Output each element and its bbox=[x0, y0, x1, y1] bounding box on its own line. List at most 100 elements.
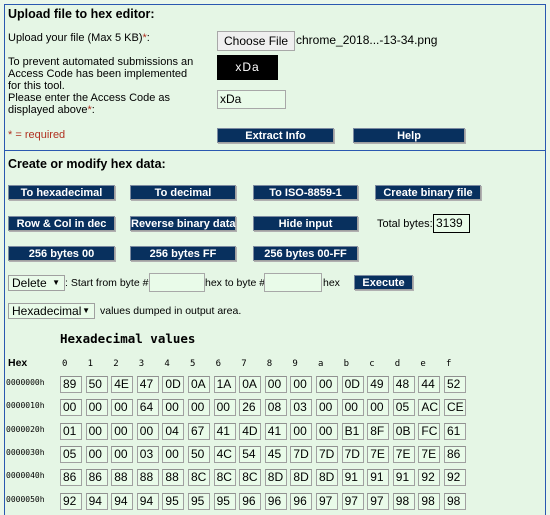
hex-byte-cell[interactable]: 8D bbox=[316, 469, 338, 487]
hex-byte-cell[interactable]: 94 bbox=[85, 492, 108, 510]
hex-byte-cell[interactable]: 54 bbox=[239, 445, 262, 463]
hex-byte-cell[interactable]: FC bbox=[418, 422, 441, 440]
hex-byte-cell[interactable]: 8C bbox=[188, 469, 210, 487]
hex-byte-cell[interactable]: 50 bbox=[85, 376, 108, 393]
hex-byte-cell[interactable]: 03 bbox=[136, 445, 159, 463]
hex-byte-cell[interactable]: 92 bbox=[444, 469, 466, 487]
hex-byte-cell[interactable]: 7E bbox=[392, 445, 415, 463]
hex-byte-cell[interactable]: 96 bbox=[239, 492, 262, 510]
row-col-in-dec-button[interactable]: Row & Col in dec bbox=[8, 216, 115, 231]
hex-byte-cell[interactable]: 98 bbox=[392, 492, 415, 510]
hex-byte-cell[interactable]: 05 bbox=[392, 399, 415, 417]
hex-byte-cell[interactable]: CE bbox=[444, 399, 466, 417]
hex-byte-cell[interactable]: 00 bbox=[60, 399, 82, 417]
hex-byte-cell[interactable]: 00 bbox=[85, 399, 108, 417]
choose-file-button[interactable]: Choose File bbox=[217, 31, 296, 51]
hex-byte-cell[interactable]: 00 bbox=[290, 376, 313, 393]
hex-byte-cell[interactable]: 00 bbox=[341, 399, 364, 417]
hex-byte-cell[interactable]: AC bbox=[418, 399, 441, 417]
help-button[interactable]: Help bbox=[353, 128, 465, 143]
hex-byte-cell[interactable]: 00 bbox=[136, 422, 159, 440]
hex-byte-cell[interactable]: 00 bbox=[111, 445, 134, 463]
hex-byte-cell[interactable]: 00 bbox=[85, 422, 108, 440]
hex-byte-cell[interactable]: 8C bbox=[239, 469, 262, 487]
hex-byte-cell[interactable]: 4C bbox=[213, 445, 236, 463]
to-decimal-button[interactable]: To decimal bbox=[130, 185, 236, 200]
hex-byte-cell[interactable]: 8F bbox=[367, 422, 390, 440]
hex-byte-cell[interactable]: 96 bbox=[264, 492, 287, 510]
reverse-binary-data-button[interactable]: Reverse binary data bbox=[130, 216, 236, 231]
hex-byte-cell[interactable]: 97 bbox=[341, 492, 364, 510]
hex-byte-cell[interactable]: 00 bbox=[111, 422, 134, 440]
hex-byte-cell[interactable]: 00 bbox=[188, 399, 210, 417]
hex-byte-cell[interactable]: 7E bbox=[418, 445, 441, 463]
hex-byte-cell[interactable]: 64 bbox=[136, 399, 159, 417]
hex-byte-cell[interactable]: 1A bbox=[213, 376, 236, 393]
end-byte-input[interactable] bbox=[264, 273, 322, 292]
hex-byte-cell[interactable]: 88 bbox=[136, 469, 159, 487]
hex-byte-cell[interactable]: 91 bbox=[367, 469, 390, 487]
to-hexadecimal-button[interactable]: To hexadecimal bbox=[8, 185, 115, 200]
hex-byte-cell[interactable]: 0B bbox=[392, 422, 415, 440]
hex-byte-cell[interactable]: 67 bbox=[188, 422, 210, 440]
hex-byte-cell[interactable]: 97 bbox=[316, 492, 338, 510]
hex-byte-cell[interactable]: 0A bbox=[239, 376, 262, 393]
hex-byte-cell[interactable]: 7D bbox=[341, 445, 364, 463]
hex-byte-cell[interactable]: 7D bbox=[290, 445, 313, 463]
create-binary-file-button[interactable]: Create binary file bbox=[375, 185, 481, 200]
hex-byte-cell[interactable]: 95 bbox=[188, 492, 210, 510]
hex-byte-cell[interactable]: 7E bbox=[367, 445, 390, 463]
256-bytes-ff-button[interactable]: 256 bytes FF bbox=[130, 246, 236, 261]
hex-byte-cell[interactable]: 00 bbox=[162, 445, 185, 463]
start-byte-input[interactable] bbox=[149, 273, 205, 292]
hex-byte-cell[interactable]: 47 bbox=[136, 376, 159, 393]
hex-byte-cell[interactable]: 98 bbox=[444, 492, 466, 510]
hex-byte-cell[interactable]: 48 bbox=[392, 376, 415, 393]
operation-select[interactable]: Delete ▼ bbox=[8, 275, 65, 291]
hex-byte-cell[interactable]: 44 bbox=[418, 376, 441, 393]
hex-byte-cell[interactable]: 92 bbox=[60, 492, 82, 510]
access-code-input[interactable]: xDa bbox=[217, 90, 286, 109]
256-bytes-00-ff-button[interactable]: 256 bytes 00-FF bbox=[253, 246, 358, 261]
hex-byte-cell[interactable]: 00 bbox=[85, 445, 108, 463]
hex-byte-cell[interactable]: 0D bbox=[341, 376, 364, 393]
hex-byte-cell[interactable]: 7D bbox=[316, 445, 338, 463]
total-bytes-field[interactable]: 3139 bbox=[433, 214, 470, 233]
hex-byte-cell[interactable]: 95 bbox=[162, 492, 185, 510]
hex-byte-cell[interactable]: 88 bbox=[111, 469, 134, 487]
output-format-select[interactable]: Hexadecimal ▼ bbox=[8, 303, 95, 319]
hex-byte-cell[interactable]: 00 bbox=[316, 399, 338, 417]
hex-byte-cell[interactable]: 00 bbox=[290, 422, 313, 440]
hex-byte-cell[interactable]: 00 bbox=[264, 376, 287, 393]
hex-byte-cell[interactable]: 0A bbox=[188, 376, 210, 393]
hex-byte-cell[interactable]: 86 bbox=[85, 469, 108, 487]
hex-byte-cell[interactable]: 8D bbox=[290, 469, 313, 487]
extract-info-button[interactable]: Extract Info bbox=[217, 128, 334, 143]
hex-byte-cell[interactable]: 8D bbox=[264, 469, 287, 487]
hex-byte-cell[interactable]: 86 bbox=[60, 469, 82, 487]
hex-byte-cell[interactable]: 00 bbox=[111, 399, 134, 417]
hex-byte-cell[interactable]: 04 bbox=[162, 422, 185, 440]
hex-byte-cell[interactable]: 00 bbox=[316, 422, 338, 440]
hex-byte-cell[interactable]: 61 bbox=[444, 422, 466, 440]
hex-byte-cell[interactable]: B1 bbox=[341, 422, 364, 440]
hex-byte-cell[interactable]: 4E bbox=[111, 376, 134, 393]
hex-byte-cell[interactable]: 52 bbox=[444, 376, 466, 393]
hex-byte-cell[interactable]: 91 bbox=[392, 469, 415, 487]
hex-byte-cell[interactable]: 94 bbox=[111, 492, 134, 510]
hex-byte-cell[interactable]: 41 bbox=[264, 422, 287, 440]
hex-byte-cell[interactable]: 26 bbox=[239, 399, 262, 417]
hex-byte-cell[interactable]: 08 bbox=[264, 399, 287, 417]
hex-byte-cell[interactable]: 91 bbox=[341, 469, 364, 487]
hex-byte-cell[interactable]: 8C bbox=[213, 469, 236, 487]
hex-byte-cell[interactable]: 00 bbox=[367, 399, 390, 417]
execute-button[interactable]: Execute bbox=[354, 275, 413, 290]
hex-byte-cell[interactable]: 01 bbox=[60, 422, 82, 440]
hex-byte-cell[interactable]: 45 bbox=[264, 445, 287, 463]
hex-byte-cell[interactable]: 96 bbox=[290, 492, 313, 510]
hex-byte-cell[interactable]: 89 bbox=[60, 376, 82, 393]
hex-byte-cell[interactable]: 86 bbox=[444, 445, 466, 463]
hex-byte-cell[interactable]: 00 bbox=[316, 376, 338, 393]
hex-byte-cell[interactable]: 95 bbox=[213, 492, 236, 510]
hex-byte-cell[interactable]: 41 bbox=[213, 422, 236, 440]
